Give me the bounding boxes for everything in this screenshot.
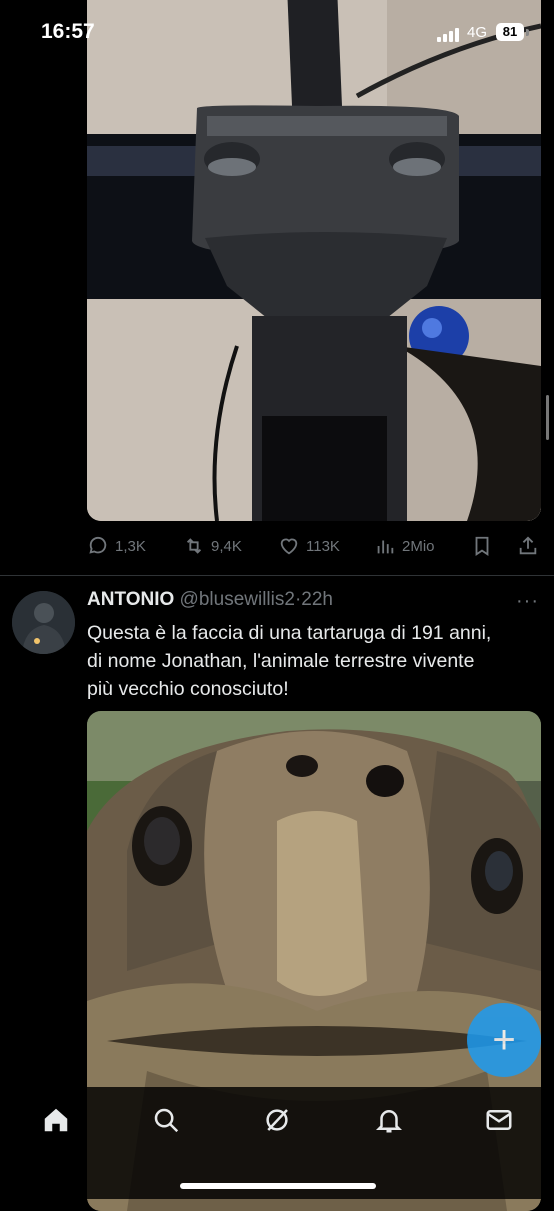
repost-button[interactable]: 9,4K: [183, 530, 242, 562]
share-icon: [519, 536, 537, 555]
tweet2-header: ANTONIO @blusewillis2·22h: [87, 589, 333, 611]
analytics-icon: [377, 540, 394, 554]
scrollbar[interactable]: [546, 395, 549, 440]
grok-icon[interactable]: [262, 1105, 292, 1135]
home-indicator[interactable]: [180, 1183, 376, 1189]
reply-icon: [89, 536, 107, 554]
status-time: 16:57: [41, 20, 95, 43]
bookmark-icon: [475, 536, 489, 556]
tweet1-action-bar: 1,3K 9,4K 113K 2Mio: [87, 530, 541, 562]
share-button[interactable]: [517, 530, 545, 562]
tweet-divider: [0, 575, 554, 576]
signal-icon: [437, 28, 459, 42]
view-count: 2Mio: [402, 537, 435, 555]
tweet-text: Questa è la faccia di una tartaruga di 1…: [87, 622, 492, 700]
home-icon[interactable]: [41, 1105, 71, 1135]
bookmark-button[interactable]: [471, 530, 499, 562]
notifications-icon[interactable]: [374, 1105, 404, 1135]
avatar[interactable]: [12, 591, 75, 654]
reply-count: 1,3K: [115, 537, 146, 555]
heart-icon: [280, 538, 298, 555]
like-button[interactable]: 113K: [278, 530, 340, 562]
author-name[interactable]: ANTONIO: [87, 589, 174, 610]
compose-plus-icon: +: [492, 1018, 516, 1062]
repost-count: 9,4K: [211, 537, 242, 555]
author-handle[interactable]: @blusewillis2: [180, 589, 295, 610]
network-type: 4G: [467, 24, 488, 41]
messages-icon[interactable]: [484, 1105, 514, 1135]
tweet1-image[interactable]: [87, 0, 541, 521]
compose-button[interactable]: +: [467, 1003, 541, 1077]
battery-tip: [526, 29, 529, 36]
battery-icon: 81: [496, 23, 524, 41]
like-count: 113K: [306, 537, 340, 555]
views-button[interactable]: 2Mio: [374, 530, 435, 562]
search-icon[interactable]: [151, 1105, 181, 1135]
status-bar: 16:57 4G 81: [0, 0, 554, 66]
reply-button[interactable]: 1,3K: [87, 530, 146, 562]
tweet-time: 22h: [301, 589, 333, 610]
repost-icon: [186, 538, 202, 554]
more-options-button[interactable]: ···: [516, 590, 539, 613]
